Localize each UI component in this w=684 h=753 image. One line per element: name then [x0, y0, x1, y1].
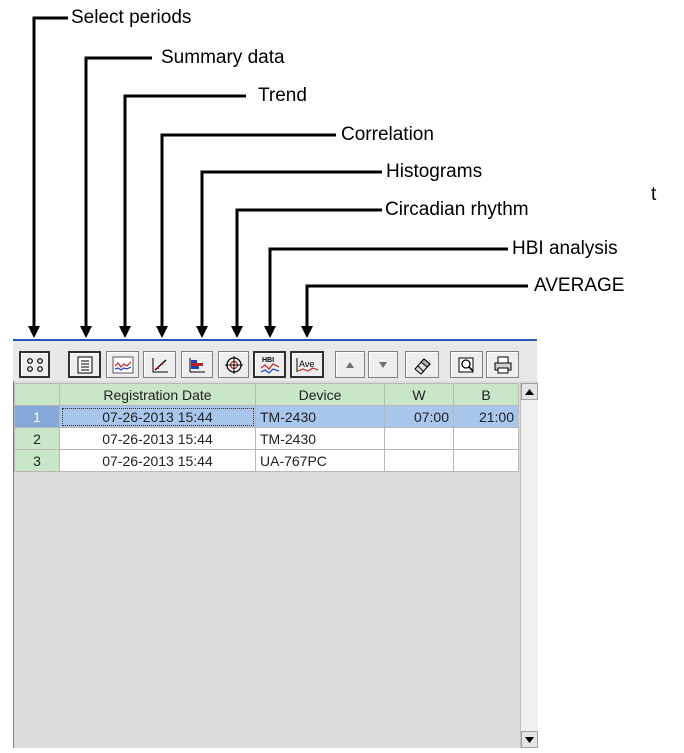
callout-select-periods: Select periods	[71, 7, 192, 28]
scroll-up-button[interactable]	[521, 383, 538, 400]
print-button[interactable]	[486, 351, 519, 378]
registration-date-cell[interactable]: 07-26-2013 15:44	[59, 405, 256, 428]
search-icon	[458, 357, 474, 372]
table-header-row: Registration Date Device W B	[14, 383, 519, 406]
circadian-rhythm-icon	[224, 355, 243, 374]
move-down-icon	[379, 361, 387, 368]
column-header-w[interactable]: W	[384, 383, 454, 406]
b-cell[interactable]	[453, 449, 519, 472]
move-down-button[interactable]	[368, 351, 398, 378]
callout-correlation: Correlation	[341, 124, 434, 145]
ave-icon-text: Ave	[299, 359, 314, 369]
table-row[interactable]: 3 07-26-2013 15:44 UA-767PC	[14, 449, 519, 472]
average-button[interactable]: Ave	[290, 351, 324, 378]
correlation-button[interactable]	[143, 351, 176, 378]
histogram-icon	[189, 357, 205, 372]
callout-trend: Trend	[258, 85, 307, 106]
column-header-device[interactable]: Device	[255, 383, 385, 406]
data-list-window: HBI Ave Registration Date Device W B 1 0…	[13, 339, 538, 748]
data-grid: Registration Date Device W B 1 07-26-201…	[13, 381, 538, 748]
trend-button[interactable]	[106, 351, 139, 378]
circadian-rhythm-button[interactable]	[218, 351, 249, 378]
eraser-icon	[414, 357, 431, 375]
callout-hbi-analysis: HBI analysis	[512, 238, 618, 259]
average-icon: Ave	[296, 357, 319, 372]
scroll-down-button[interactable]	[521, 731, 538, 748]
b-cell[interactable]: 21:00	[453, 405, 519, 428]
registration-date-cell[interactable]: 07-26-2013 15:44	[59, 427, 256, 450]
device-cell[interactable]: TM-2430	[255, 405, 385, 428]
row-number: 3	[14, 449, 60, 472]
column-header-b[interactable]: B	[453, 383, 519, 406]
vertical-scrollbar[interactable]	[520, 383, 538, 748]
select-periods-icon	[26, 357, 43, 372]
move-up-button[interactable]	[335, 351, 365, 378]
hbi-icon-text: HBI	[262, 357, 274, 364]
device-cell[interactable]: TM-2430	[255, 427, 385, 450]
callout-summary-data: Summary data	[161, 47, 285, 68]
trend-icon	[112, 356, 133, 373]
column-header-index	[14, 383, 60, 406]
table-row[interactable]: 1 07-26-2013 15:44 TM-2430 07:00 21:00	[14, 405, 519, 428]
row-number: 2	[14, 427, 60, 450]
correlation-icon	[152, 357, 168, 372]
hbi-analysis-button[interactable]: HBI	[253, 351, 286, 378]
summary-data-button[interactable]	[68, 351, 101, 378]
toolbar: HBI Ave	[13, 341, 537, 382]
hbi-analysis-icon: HBI	[260, 357, 279, 374]
registration-date-cell[interactable]: 07-26-2013 15:44	[59, 449, 256, 472]
print-icon	[494, 356, 511, 373]
callout-average: AVERAGE	[534, 275, 625, 296]
scroll-down-arrow-icon	[525, 736, 534, 743]
w-cell[interactable]	[384, 449, 454, 472]
eraser-button[interactable]	[405, 351, 439, 378]
stray-letter: t	[651, 184, 657, 205]
registration-table: Registration Date Device W B 1 07-26-201…	[14, 383, 519, 472]
row-number: 1	[14, 405, 60, 428]
move-up-icon	[346, 361, 354, 368]
select-periods-button[interactable]	[19, 351, 50, 378]
device-cell[interactable]: UA-767PC	[255, 449, 385, 472]
b-cell[interactable]	[453, 427, 519, 450]
w-cell[interactable]	[384, 427, 454, 450]
callout-circadian-rhythm: Circadian rhythm	[385, 199, 529, 220]
column-header-registration-date[interactable]: Registration Date	[59, 383, 256, 406]
histograms-button[interactable]	[181, 351, 213, 378]
search-button[interactable]	[450, 351, 483, 378]
scroll-up-arrow-icon	[525, 388, 534, 395]
summary-data-icon	[77, 356, 92, 373]
table-row[interactable]: 2 07-26-2013 15:44 TM-2430	[14, 427, 519, 450]
callout-histograms: Histograms	[386, 161, 483, 182]
w-cell[interactable]: 07:00	[384, 405, 454, 428]
